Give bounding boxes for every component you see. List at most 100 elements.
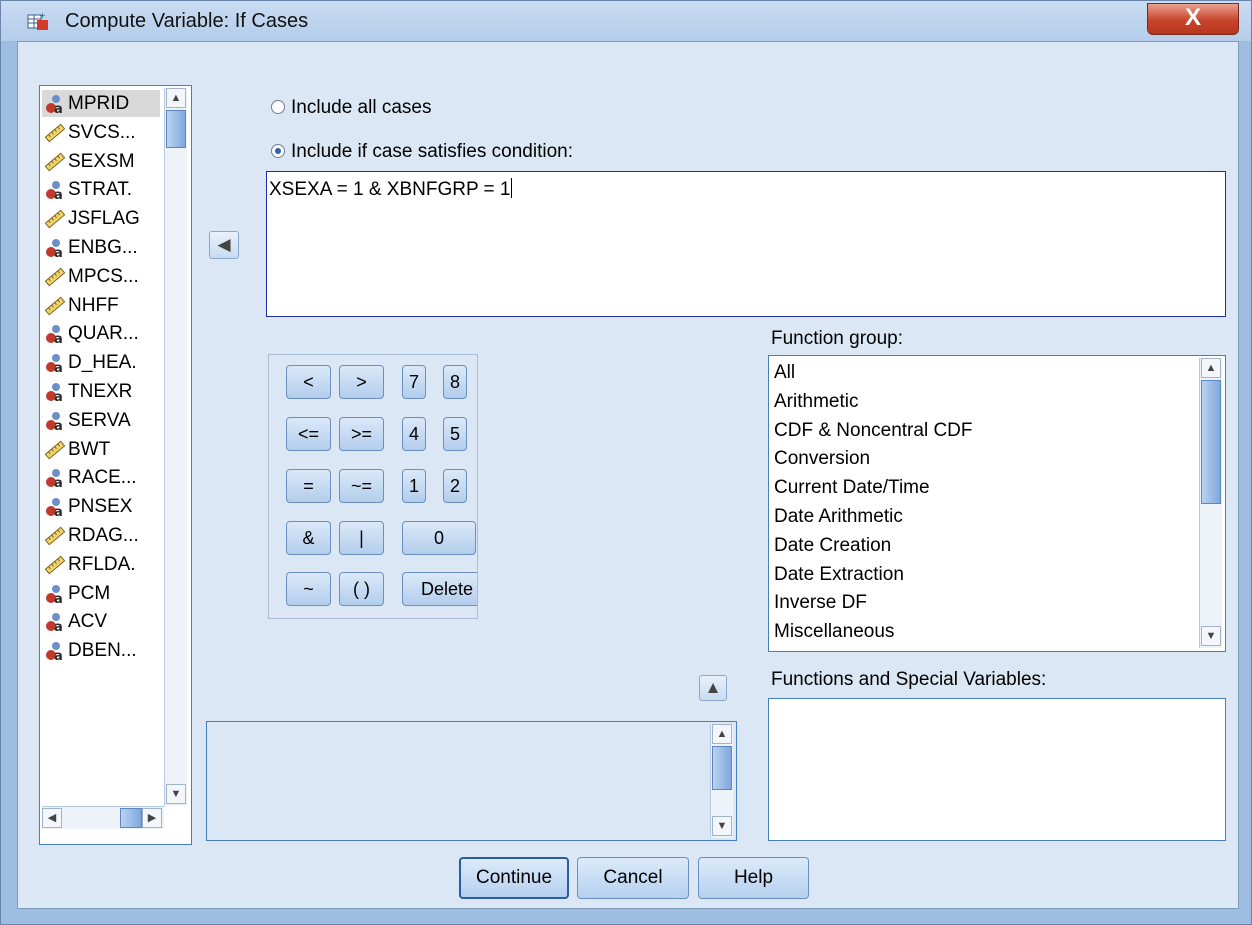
hscroll-thumb[interactable]: [120, 808, 142, 828]
key-equals-button[interactable]: =: [286, 469, 331, 503]
description-vscrollbar[interactable]: ▲ ▼: [710, 724, 733, 838]
scroll-up-icon[interactable]: ▲: [712, 724, 732, 744]
variable-item[interactable]: MPCS...: [42, 263, 160, 290]
key-greater-than-button[interactable]: >: [339, 365, 384, 399]
variable-item[interactable]: JSFLAG: [42, 205, 160, 232]
function-group-item[interactable]: Arithmetic: [774, 387, 858, 416]
variable-item[interactable]: RFLDA.: [42, 551, 160, 578]
scale-ruler-icon: [44, 296, 66, 316]
scale-ruler-icon: [44, 555, 66, 575]
radio-include-if[interactable]: Include if case satisfies condition:: [271, 141, 573, 163]
variable-item[interactable]: a ACV: [42, 608, 160, 635]
variable-name: RDAG...: [68, 525, 139, 546]
function-group-vscrollbar[interactable]: ▲ ▼: [1199, 358, 1222, 648]
key-five-button[interactable]: 5: [443, 417, 467, 451]
scroll-thumb[interactable]: [712, 746, 732, 790]
variable-item[interactable]: SVCS...: [42, 119, 160, 146]
svg-text:a: a: [54, 419, 63, 431]
key-parentheses-button[interactable]: ( ): [339, 572, 384, 606]
nominal-variable-icon: a: [44, 584, 66, 607]
scroll-up-icon[interactable]: ▲: [166, 88, 186, 108]
function-group-list[interactable]: Miscellaneous Inverse DF Date Extraction Da…: [768, 355, 1226, 652]
scroll-up-icon[interactable]: ▲: [1201, 358, 1221, 378]
variable-item[interactable]: RDAG...: [42, 522, 160, 549]
functions-list[interactable]: [768, 698, 1226, 841]
continue-button[interactable]: Continue: [459, 857, 569, 899]
nominal-variable-icon: a: [44, 411, 66, 434]
variable-item[interactable]: a PCM: [42, 580, 160, 607]
variable-item[interactable]: a MPRID: [42, 90, 160, 117]
radio-selected-icon[interactable]: [271, 144, 285, 158]
cancel-button[interactable]: Cancel: [577, 857, 689, 899]
condition-expression-input[interactable]: XSEXA = 1 & XBNFGRP = 1: [266, 171, 1226, 317]
variable-item[interactable]: a D_HEA.: [42, 349, 160, 376]
scale-ruler-icon: [44, 209, 66, 229]
key-one-button[interactable]: 1: [402, 469, 426, 503]
key-zero-button[interactable]: 0: [402, 521, 476, 555]
variable-item[interactable]: a PNSEX: [42, 493, 160, 520]
variable-item[interactable]: a SERVA: [42, 407, 160, 434]
function-group-item[interactable]: Date Arithmetic: [774, 502, 903, 531]
key-not-equal-button[interactable]: ~=: [339, 469, 384, 503]
variable-name: BWT: [68, 438, 111, 460]
scroll-right-icon[interactable]: ▶: [142, 808, 162, 828]
scale-ruler-icon: [44, 526, 66, 546]
key-and-button[interactable]: &: [286, 521, 331, 555]
key-less-than-button[interactable]: <: [286, 365, 331, 399]
key-greater-equal-button[interactable]: >=: [339, 417, 384, 451]
key-seven-button[interactable]: 7: [402, 365, 426, 399]
help-button[interactable]: Help: [698, 857, 809, 899]
key-or-button[interactable]: |: [339, 521, 384, 555]
function-group-item[interactable]: Inverse DF: [774, 588, 867, 617]
variable-item[interactable]: BWT: [42, 436, 160, 463]
variable-list-hscrollbar[interactable]: ◀ ▶: [42, 806, 164, 829]
variable-item[interactable]: a QUAR...: [42, 320, 160, 347]
key-eight-button[interactable]: 8: [443, 365, 467, 399]
scroll-down-icon[interactable]: ▼: [712, 816, 732, 836]
scroll-left-icon[interactable]: ◀: [42, 808, 62, 828]
radio-include-all[interactable]: Include all cases: [271, 97, 431, 119]
text-caret: [510, 178, 512, 198]
scale-ruler-icon: [44, 152, 66, 172]
svg-text:a: a: [54, 505, 63, 517]
function-group-item[interactable]: Conversion: [774, 444, 870, 473]
key-not-button[interactable]: ~: [286, 572, 331, 606]
move-function-up-button[interactable]: ▲: [699, 675, 727, 701]
svg-text:a: a: [54, 332, 63, 344]
variable-item[interactable]: a DBEN...: [42, 637, 160, 664]
function-group-item[interactable]: Current Date/Time: [774, 473, 930, 502]
variable-item[interactable]: a STRAT.: [42, 176, 160, 203]
function-group-item[interactable]: Date Creation: [774, 531, 891, 560]
svg-text:a: a: [54, 102, 63, 114]
function-group-item[interactable]: CDF & Noncentral CDF: [774, 416, 973, 445]
variable-item[interactable]: a TNEXR: [42, 378, 160, 405]
key-two-button[interactable]: 2: [443, 469, 467, 503]
function-group-item[interactable]: Miscellaneous: [774, 617, 894, 646]
variable-name: JSFLAG: [68, 208, 140, 230]
variable-list[interactable]: a DBEN... a ACV a PCM RFLDA. RDAG... a PNSEX a RACE…: [39, 85, 192, 845]
scale-ruler-icon: [44, 267, 66, 287]
key-less-equal-button[interactable]: <=: [286, 417, 331, 451]
variable-item[interactable]: a RACE...: [42, 464, 160, 491]
variable-item[interactable]: SEXSM: [42, 148, 160, 175]
variable-item[interactable]: NHFF: [42, 292, 160, 319]
scroll-thumb[interactable]: [166, 110, 186, 148]
function-group-label: Function group:: [771, 328, 904, 349]
radio-icon[interactable]: [271, 100, 285, 114]
variable-list-vscrollbar[interactable]: ▲ ▼: [164, 88, 187, 806]
move-to-condition-button[interactable]: ◀: [209, 231, 239, 259]
scroll-down-icon[interactable]: ▼: [166, 784, 186, 804]
scroll-down-icon[interactable]: ▼: [1201, 626, 1221, 646]
variable-name: MPRID: [68, 93, 130, 114]
scroll-thumb[interactable]: [1201, 380, 1221, 504]
nominal-variable-icon: a: [44, 353, 66, 376]
window-title: Compute Variable: If Cases: [65, 10, 309, 32]
nominal-variable-icon: a: [44, 180, 66, 203]
nominal-variable-icon: a: [44, 94, 66, 117]
function-group-item[interactable]: All: [774, 358, 795, 387]
key-delete-button[interactable]: Delete: [402, 572, 477, 606]
close-button[interactable]: X: [1147, 3, 1239, 35]
function-group-item[interactable]: Date Extraction: [774, 560, 904, 589]
variable-item[interactable]: a ENBG...: [42, 234, 160, 261]
key-four-button[interactable]: 4: [402, 417, 426, 451]
